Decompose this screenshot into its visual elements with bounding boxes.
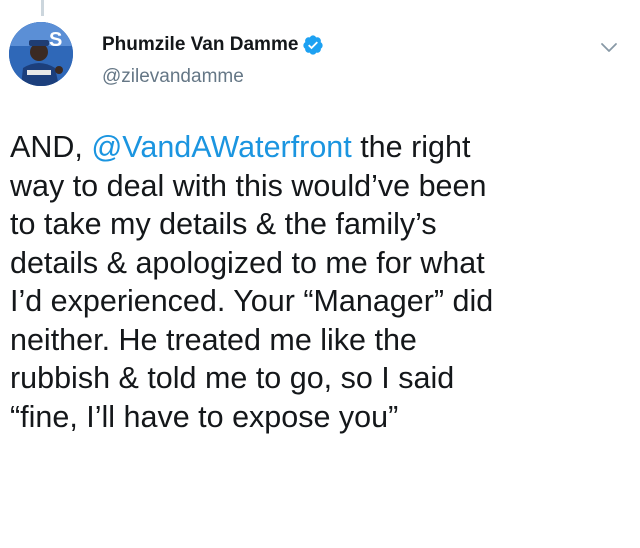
author-name-row[interactable]: Phumzile Van Damme [102, 34, 324, 56]
tweet-line: way to deal with this would’ve been [10, 168, 487, 203]
avatar[interactable]: S [9, 22, 73, 86]
svg-text:S: S [49, 29, 62, 51]
chevron-down-icon[interactable] [598, 36, 620, 58]
tweet-line: AND, @VandAWaterfront the right [10, 128, 630, 167]
tweet-line: rubbish & told me to go, so I said [10, 361, 455, 395]
author-display-name[interactable]: Phumzile Van Damme [102, 34, 298, 56]
mention-link[interactable]: @VandAWaterfront [91, 130, 351, 164]
tweet-line: to take my details & the family’s [10, 207, 437, 241]
tweet-text-segment: the right [351, 130, 471, 164]
tweet-line: I’d experienced. Your “Manager” did [10, 284, 494, 318]
thread-connector-line [41, 0, 44, 16]
tweet-text-segment: AND, [10, 130, 92, 164]
tweet-text: AND, @VandAWaterfront the right way to d… [10, 128, 630, 436]
tweet-line: details & apologized to me for what [10, 245, 485, 280]
tweet-line: “fine, I’ll have to expose you” [10, 399, 399, 434]
author-handle[interactable]: @zilevandamme [102, 66, 244, 88]
avatar-image: S [9, 22, 73, 86]
tweet-line: neither. He treated me like the [10, 322, 417, 357]
verified-badge-icon [302, 34, 324, 56]
